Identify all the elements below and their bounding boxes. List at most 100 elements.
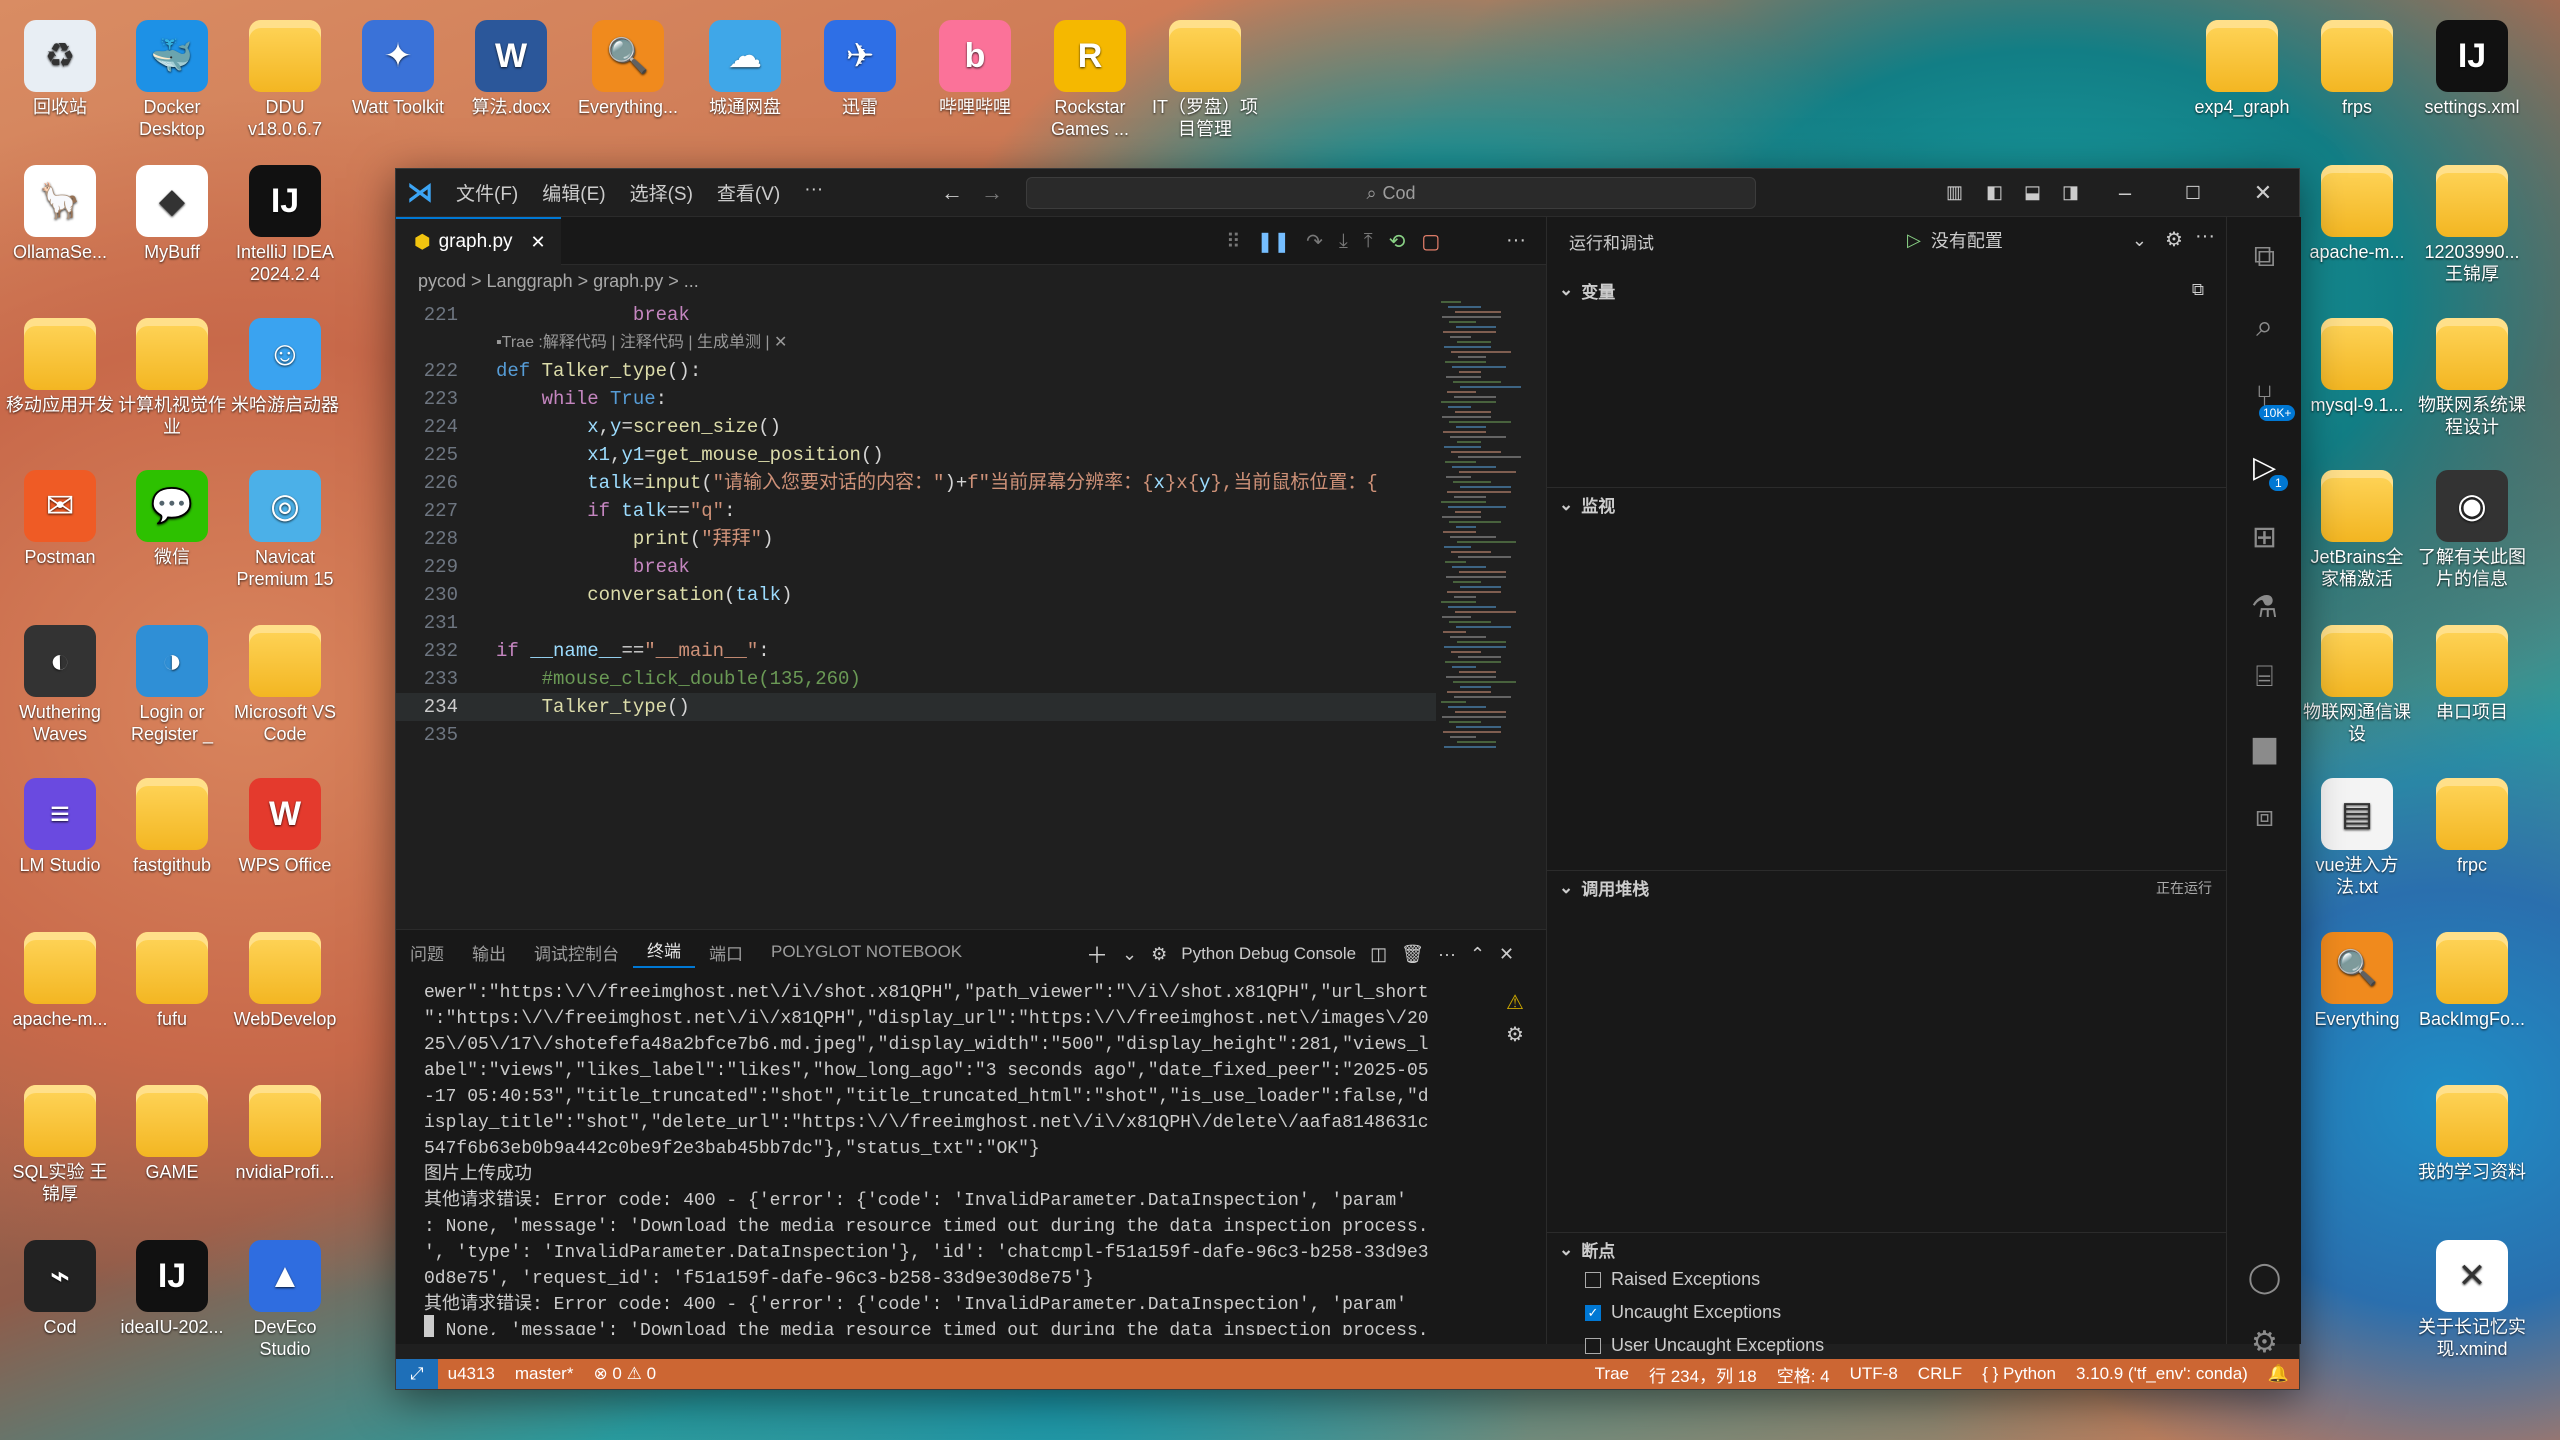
desktop-icon[interactable]: ≡ LM Studio bbox=[5, 778, 115, 876]
desktop-icon[interactable]: ☺ 米哈游启动器 bbox=[230, 318, 340, 416]
run-config-selector[interactable]: ▷ 没有配置 ⌄ bbox=[1907, 225, 2147, 255]
chevron-down-icon[interactable]: ⌄ bbox=[1122, 944, 1137, 965]
sidebar-toggle-icon[interactable]: ◧ bbox=[1986, 182, 2003, 203]
maximize-button[interactable]: ☐ bbox=[2159, 169, 2227, 217]
extensions-icon[interactable]: ⊞ bbox=[2227, 507, 2302, 567]
code-line[interactable]: 233 #mouse_click_double(135,260) bbox=[396, 665, 1436, 693]
panel-tab[interactable]: 问题 bbox=[396, 940, 458, 965]
menu-item[interactable]: 编辑(E) bbox=[530, 179, 617, 206]
desktop-icon[interactable]: IT（罗盘）项目管理 bbox=[1150, 20, 1260, 140]
desktop-icon[interactable]: IJ ideaIU-202... bbox=[117, 1240, 227, 1338]
desktop-icon[interactable]: ✦ Watt Toolkit bbox=[343, 20, 453, 118]
desktop-icon[interactable]: b 哔哩哔哩 bbox=[920, 20, 1030, 118]
close-panel-icon[interactable]: ✕ bbox=[1499, 944, 1514, 965]
desktop-icon[interactable]: ◉ 了解有关此图片的信息 bbox=[2417, 470, 2527, 590]
desktop-icon[interactable]: IJ IntelliJ IDEA 2024.2.4 bbox=[230, 165, 340, 285]
layout-toggle-icon[interactable]: ▥ bbox=[1946, 182, 1963, 203]
drag-handle-icon[interactable]: ⠿ bbox=[1226, 229, 1241, 254]
code-line[interactable]: 227 if talk=="q": bbox=[396, 497, 1436, 525]
more-icon[interactable]: ··· bbox=[2195, 225, 2215, 248]
workspace-item[interactable]: u4313 bbox=[438, 1364, 505, 1384]
encoding[interactable]: UTF-8 bbox=[1840, 1364, 1908, 1384]
breakpoints-section[interactable]: ⌄ 断点 bbox=[1547, 1232, 2226, 1266]
desktop-icon[interactable]: exp4_graph bbox=[2187, 20, 2297, 118]
menu-item[interactable]: 文件(F) bbox=[444, 179, 530, 206]
menu-item[interactable]: 选择(S) bbox=[618, 179, 705, 206]
desktop-icon[interactable]: 12203990... 王锦厚 bbox=[2417, 165, 2527, 285]
desktop-icon[interactable]: ◎ Navicat Premium 15 bbox=[230, 470, 340, 590]
desktop-icon[interactable]: ✈ 迅雷 bbox=[805, 20, 915, 118]
desktop-icon[interactable]: 我的学习资料 bbox=[2417, 1085, 2527, 1183]
breakpoint-checkbox[interactable] bbox=[1585, 1271, 1601, 1288]
desktop-icon[interactable]: W WPS Office bbox=[230, 778, 340, 876]
desktop-icon[interactable]: 🐳 Docker Desktop bbox=[117, 20, 227, 140]
code-line[interactable]: 230 conversation(talk) bbox=[396, 581, 1436, 609]
breakpoint-checkbox[interactable] bbox=[1585, 1337, 1601, 1354]
split-terminal-icon[interactable]: ◫ bbox=[1370, 944, 1387, 965]
desktop-icon[interactable]: mysql-9.1... bbox=[2302, 318, 2412, 416]
remote-explorer-icon[interactable]: ⌸ bbox=[2227, 647, 2302, 707]
desktop-icon[interactable]: BackImgFo... bbox=[2417, 932, 2527, 1030]
step-into-icon[interactable]: ⤓ bbox=[1339, 230, 1348, 253]
desktop-icon[interactable]: 🦙 OllamaSe... bbox=[5, 165, 115, 263]
new-terminal-icon[interactable]: ＋ bbox=[1086, 938, 1108, 970]
desktop-icon[interactable]: SQL实验 王锦厚 bbox=[5, 1085, 115, 1205]
codelens[interactable]: ▪Trae :解释代码 | 注释代码 | 生成单测 | ✕ bbox=[496, 329, 787, 357]
desktop-icon[interactable]: ☁ 城通网盘 bbox=[690, 20, 800, 118]
run-icon[interactable]: ▷ bbox=[1907, 230, 1921, 251]
desktop-icon[interactable]: 移动应用开发 bbox=[5, 318, 115, 416]
code-line[interactable]: 231 bbox=[396, 609, 1436, 637]
code-editor[interactable]: 221 break ▪Trae :解释代码 | 注释代码 | 生成单测 | ✕ 22… bbox=[396, 301, 1436, 901]
panel-tab[interactable]: 端口 bbox=[695, 940, 757, 965]
collapse-all-icon[interactable]: ⧉ bbox=[2192, 280, 2204, 300]
desktop-icon[interactable]: 串口项目 bbox=[2417, 625, 2527, 723]
indentation[interactable]: 空格: 4 bbox=[1767, 1362, 1840, 1387]
testing-icon[interactable]: ⚗ bbox=[2227, 577, 2302, 637]
python-interpreter[interactable]: 3.10.9 ('tf_env': conda) bbox=[2066, 1364, 2258, 1384]
remote-indicator[interactable]: ⤢ bbox=[396, 1359, 438, 1389]
panel-tab[interactable]: POLYGLOT NOTEBOOK bbox=[757, 942, 976, 962]
desktop-icon[interactable]: ✕ 关于长记忆实现.xmind bbox=[2417, 1240, 2527, 1360]
desktop-icon[interactable]: IJ settings.xml bbox=[2417, 20, 2527, 118]
code-line[interactable]: 223 while True: bbox=[396, 385, 1436, 413]
menu-item[interactable]: ··· bbox=[792, 179, 835, 206]
desktop-icon[interactable]: Microsoft VS Code bbox=[230, 625, 340, 745]
language-mode[interactable]: { } Python bbox=[1972, 1364, 2066, 1384]
bell-icon[interactable]: 🔔 bbox=[2258, 1364, 2299, 1384]
run-debug-icon[interactable]: ▷ 1 bbox=[2227, 437, 2302, 497]
more-icon[interactable]: ··· bbox=[1438, 944, 1456, 965]
code-line[interactable]: 224 x,y=screen_size() bbox=[396, 413, 1436, 441]
git-branch[interactable]: master* bbox=[505, 1364, 584, 1384]
watch-section[interactable]: ⌄ 监视 bbox=[1547, 487, 2226, 521]
maximize-panel-icon[interactable]: ⌃ bbox=[1470, 944, 1485, 965]
desktop-icon[interactable]: fufu bbox=[117, 932, 227, 1030]
breakpoint-item[interactable]: ✓ Uncaught Exceptions bbox=[1585, 1302, 1781, 1323]
code-line[interactable]: ▪Trae :解释代码 | 注释代码 | 生成单测 | ✕ bbox=[396, 329, 1436, 357]
menu-item[interactable]: 查看(V) bbox=[705, 179, 792, 206]
desktop-icon[interactable]: apache-m... bbox=[2302, 165, 2412, 263]
close-tab-icon[interactable]: ✕ bbox=[531, 232, 546, 253]
more-actions-icon[interactable]: ··· bbox=[1506, 229, 1526, 252]
close-window-button[interactable]: ✕ bbox=[2229, 169, 2297, 217]
desktop-icon[interactable]: GAME bbox=[117, 1085, 227, 1183]
desktop-icon[interactable]: ◆ MyBuff bbox=[117, 165, 227, 263]
end-of-line[interactable]: CRLF bbox=[1908, 1364, 1972, 1384]
breakpoint-checkbox[interactable]: ✓ bbox=[1585, 1304, 1601, 1321]
code-line[interactable]: 228 print("拜拜") bbox=[396, 525, 1436, 553]
desktop-icon[interactable]: ▲ DevEco Studio bbox=[230, 1240, 340, 1360]
desktop-icon[interactable]: ⌁ Cod bbox=[5, 1240, 115, 1338]
source-control-icon[interactable]: ⑂ 10K+ bbox=[2227, 367, 2302, 427]
code-line[interactable]: 221 break bbox=[396, 301, 1436, 329]
desktop-icon[interactable]: ✉ Postman bbox=[5, 470, 115, 568]
desktop-icon[interactable]: 物联网系统课程设计 bbox=[2417, 318, 2527, 438]
desktop-icon[interactable]: R Rockstar Games ... bbox=[1035, 20, 1145, 140]
secondary-sidebar-toggle-icon[interactable]: ◨ bbox=[2062, 182, 2079, 203]
forward-arrow-icon[interactable]: → bbox=[981, 180, 1003, 206]
desktop-icon[interactable]: frps bbox=[2302, 20, 2412, 118]
desktop-icon[interactable]: frpc bbox=[2417, 778, 2527, 876]
panel-toggle-icon[interactable]: ⬓ bbox=[2024, 182, 2041, 203]
desktop-icon[interactable]: apache-m... bbox=[5, 932, 115, 1030]
breadcrumb[interactable]: pycod > Langgraph > graph.py > ... bbox=[418, 271, 699, 292]
code-line[interactable]: 234 Talker_type() bbox=[396, 693, 1436, 721]
vscode-logo-icon[interactable]: ⋊ bbox=[396, 177, 444, 208]
